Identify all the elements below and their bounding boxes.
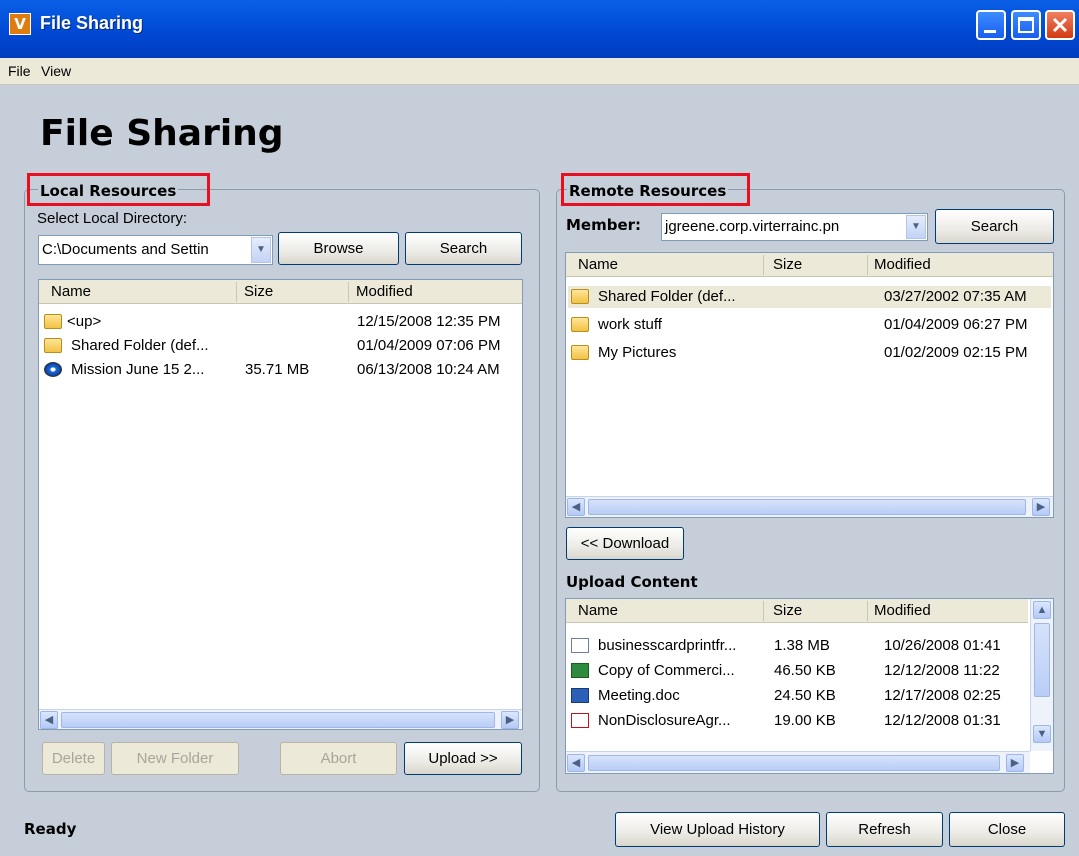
maximize-icon <box>1018 17 1034 33</box>
window-title: File Sharing <box>40 13 144 33</box>
close-button[interactable]: Close <box>949 812 1065 847</box>
vertical-scrollbar[interactable]: ▲ ▼ <box>1030 599 1053 751</box>
list-item[interactable]: NonDisclosureAgr... 19.00 KB 12/12/2008 … <box>568 710 1028 732</box>
folder-icon <box>571 345 589 360</box>
status-text: Ready <box>24 820 77 838</box>
close-window-button[interactable] <box>1045 10 1075 40</box>
local-directory-value: C:\Documents and Settin <box>42 241 209 258</box>
folder-icon <box>44 338 62 353</box>
menu-bar: File View <box>0 58 1079 85</box>
upload-content-list[interactable]: Name Size Modified businesscardprintfr..… <box>565 598 1054 774</box>
scroll-thumb[interactable] <box>61 712 495 728</box>
folder-icon <box>571 317 589 332</box>
minimize-button[interactable] <box>976 10 1006 40</box>
horizontal-scrollbar[interactable]: ◀ ▶ <box>39 709 522 729</box>
upload-content-label: Upload Content <box>566 573 698 591</box>
new-folder-button[interactable]: New Folder <box>111 742 239 775</box>
list-header: Name Size Modified <box>39 280 522 304</box>
member-value: jgreene.corp.virterrainc.pn <box>665 218 840 235</box>
column-modified[interactable]: Modified <box>874 256 931 273</box>
member-label: Member: <box>566 216 642 234</box>
scroll-left-icon[interactable]: ◀ <box>567 498 585 516</box>
menu-file[interactable]: File <box>8 63 31 79</box>
minimize-icon <box>984 30 996 33</box>
excel-file-icon <box>571 663 589 678</box>
list-header: Name Size Modified <box>566 599 1028 623</box>
highlight-box <box>561 173 750 206</box>
close-icon <box>1052 17 1068 33</box>
scroll-right-icon[interactable]: ▶ <box>501 711 519 729</box>
list-header: Name Size Modified <box>566 253 1053 277</box>
local-file-list[interactable]: Name Size Modified <up> 12/15/2008 12:35… <box>38 279 523 730</box>
scroll-thumb[interactable] <box>1034 623 1050 697</box>
title-bar: V File Sharing <box>0 0 1079 58</box>
column-modified[interactable]: Modified <box>356 283 413 300</box>
scroll-thumb[interactable] <box>588 755 1000 771</box>
folder-icon <box>571 289 589 304</box>
chevron-down-icon[interactable]: ▼ <box>251 237 271 263</box>
scroll-right-icon[interactable]: ▶ <box>1006 754 1024 772</box>
pdf-file-icon <box>571 713 589 728</box>
scroll-down-icon[interactable]: ▼ <box>1033 725 1051 743</box>
remote-file-list[interactable]: Name Size Modified Shared Folder (def...… <box>565 252 1054 518</box>
view-upload-history-button[interactable]: View Upload History <box>615 812 820 847</box>
download-button[interactable]: << Download <box>566 527 684 560</box>
maximize-button[interactable] <box>1011 10 1041 40</box>
remote-search-button[interactable]: Search <box>935 209 1054 244</box>
upload-button[interactable]: Upload >> <box>404 742 522 775</box>
refresh-button[interactable]: Refresh <box>826 812 943 847</box>
column-name[interactable]: Name <box>578 602 618 619</box>
local-search-button[interactable]: Search <box>405 232 522 265</box>
chevron-down-icon[interactable]: ▼ <box>906 215 926 239</box>
abort-button[interactable]: Abort <box>280 742 397 775</box>
highlight-box <box>27 173 210 206</box>
list-item[interactable]: work stuff 01/04/2009 06:27 PM <box>568 314 1051 336</box>
list-item[interactable]: Shared Folder (def... 01/04/2009 07:06 P… <box>41 335 520 357</box>
app-logo-icon: V <box>9 13 31 35</box>
horizontal-scrollbar[interactable]: ◀ ▶ <box>566 496 1053 517</box>
list-item[interactable]: Mission June 15 2... 35.71 MB 06/13/2008… <box>41 359 520 381</box>
list-item[interactable]: Copy of Commerci... 46.50 KB 12/12/2008 … <box>568 660 1028 682</box>
column-size[interactable]: Size <box>773 602 802 619</box>
list-item[interactable]: Meeting.doc 24.50 KB 12/17/2008 02:25 <box>568 685 1028 707</box>
delete-button[interactable]: Delete <box>42 742 105 775</box>
scroll-left-icon[interactable]: ◀ <box>40 711 58 729</box>
horizontal-scrollbar[interactable]: ◀ ▶ <box>566 751 1030 773</box>
scroll-left-icon[interactable]: ◀ <box>567 754 585 772</box>
browse-button[interactable]: Browse <box>278 232 399 265</box>
column-size[interactable]: Size <box>773 256 802 273</box>
menu-view[interactable]: View <box>41 63 71 79</box>
page-title: File Sharing <box>40 113 284 154</box>
scroll-right-icon[interactable]: ▶ <box>1032 498 1050 516</box>
list-item[interactable]: My Pictures 01/02/2009 02:15 PM <box>568 342 1051 364</box>
list-item[interactable]: <up> 12/15/2008 12:35 PM <box>41 311 520 333</box>
column-name[interactable]: Name <box>51 283 91 300</box>
folder-up-icon <box>44 314 62 329</box>
member-select[interactable]: jgreene.corp.virterrainc.pn ▼ <box>661 213 928 241</box>
select-directory-label: Select Local Directory: <box>37 210 188 227</box>
local-directory-select[interactable]: C:\Documents and Settin ▼ <box>38 235 273 265</box>
word-file-icon <box>571 688 589 703</box>
image-file-icon <box>571 638 589 653</box>
column-name[interactable]: Name <box>578 256 618 273</box>
scroll-thumb[interactable] <box>588 499 1026 515</box>
column-modified[interactable]: Modified <box>874 602 931 619</box>
media-file-icon <box>44 362 62 377</box>
list-item[interactable]: Shared Folder (def... 03/27/2002 07:35 A… <box>568 286 1051 308</box>
scroll-up-icon[interactable]: ▲ <box>1033 601 1051 619</box>
list-item[interactable]: businesscardprintfr... 1.38 MB 10/26/200… <box>568 635 1028 657</box>
column-size[interactable]: Size <box>244 283 273 300</box>
